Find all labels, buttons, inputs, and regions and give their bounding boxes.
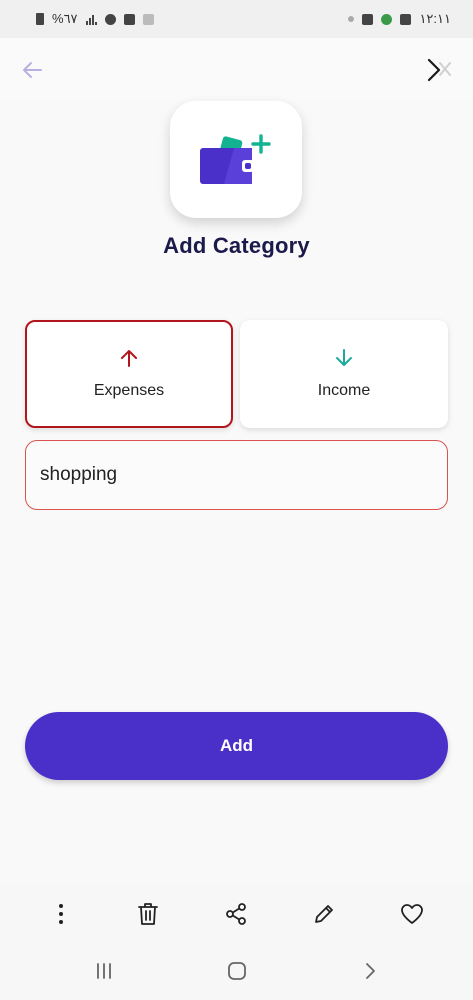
- favorite-button[interactable]: [397, 899, 427, 929]
- recent-apps-button[interactable]: [87, 956, 121, 986]
- heart-icon: [401, 904, 423, 924]
- add-button[interactable]: Add: [25, 712, 448, 780]
- home-outline-status-icon: [142, 13, 154, 25]
- bottom-toolbar: [0, 884, 473, 942]
- close-icon: [427, 58, 451, 82]
- share-icon: [226, 903, 246, 925]
- gallery-status-icon: [400, 13, 412, 25]
- app-status-icon: [381, 13, 393, 25]
- header-bar: [0, 38, 473, 102]
- income-label: Income: [317, 382, 371, 399]
- notification-dot-icon: [348, 16, 355, 22]
- more-options-button[interactable]: [46, 899, 76, 929]
- share-button[interactable]: [221, 899, 251, 929]
- back-button[interactable]: [14, 54, 50, 86]
- trash-icon: [138, 903, 158, 925]
- wallet-plus-icon: [200, 133, 271, 184]
- expenses-label: Expenses: [93, 382, 165, 399]
- status-bar: %٦٧ ١٢:١١: [0, 0, 473, 38]
- home-button[interactable]: [220, 956, 254, 986]
- arrow-down-icon: [336, 349, 352, 366]
- expenses-option[interactable]: Expenses: [25, 320, 233, 428]
- status-left: %٦٧: [36, 11, 154, 27]
- signal-icon: [85, 14, 97, 25]
- arrow-left-icon: [23, 62, 42, 78]
- home-status-icon: [123, 13, 135, 25]
- alarm-icon: [104, 13, 116, 25]
- delete-button[interactable]: [133, 899, 163, 929]
- status-time: ١٢:١١: [419, 11, 451, 26]
- recent-apps-icon: [97, 963, 111, 979]
- checkbox-status-icon: [362, 13, 374, 25]
- more-vertical-icon: [59, 904, 63, 924]
- app-icon-tile: [170, 101, 302, 218]
- edit-button[interactable]: [309, 899, 339, 929]
- page-title: Add Category: [163, 233, 310, 258]
- home-icon: [228, 962, 246, 980]
- pencil-icon: [315, 905, 333, 923]
- battery-icon: [36, 13, 44, 25]
- status-right: ١٢:١١: [348, 11, 451, 27]
- back-nav-icon: [366, 963, 375, 979]
- navigation-bar: [0, 942, 473, 1000]
- close-button[interactable]: [423, 54, 459, 86]
- income-option[interactable]: Income: [240, 320, 448, 428]
- back-nav-button[interactable]: [353, 956, 387, 986]
- arrow-up-icon: [121, 350, 137, 367]
- category-name-input[interactable]: [25, 440, 448, 510]
- battery-percent: %٦٧: [52, 11, 78, 26]
